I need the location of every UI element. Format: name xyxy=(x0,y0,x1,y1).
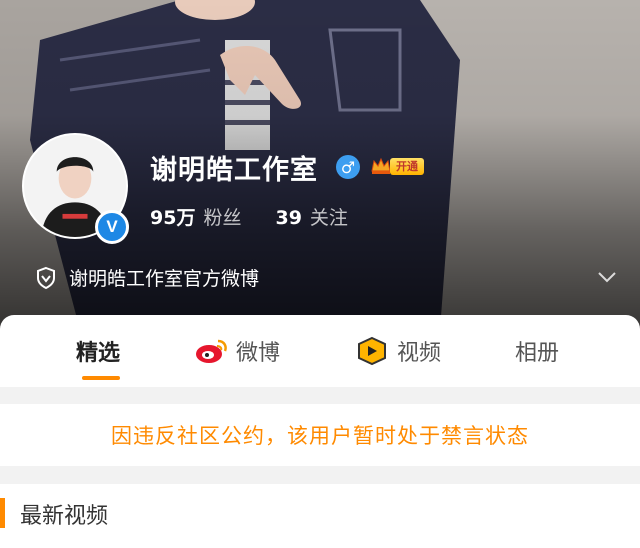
weibo-icon xyxy=(196,339,227,363)
verification-text: 谢明皓工作室官方微博 xyxy=(69,268,260,290)
fans-count[interactable]: 95万 xyxy=(150,203,195,230)
crown-icon xyxy=(371,157,391,174)
shield-icon xyxy=(37,266,55,289)
tab-album[interactable]: 相册 xyxy=(515,315,559,387)
verification-row[interactable]: 谢明皓工作室官方微博 xyxy=(35,264,259,291)
ban-notice: 因违反社区公约，该用户暂时处于禁言状态 xyxy=(0,404,640,466)
profile-stats: 95万 粉丝 39 关注 xyxy=(150,203,348,230)
tab-video[interactable]: 视频 xyxy=(355,315,441,387)
section-accent-bar xyxy=(0,498,5,528)
active-tab-indicator xyxy=(82,376,120,380)
male-icon: ♂ xyxy=(336,155,360,179)
latest-videos-section: 最新视频 xyxy=(0,484,640,548)
video-icon xyxy=(358,336,386,366)
fans-label[interactable]: 粉丝 xyxy=(203,203,241,230)
tab-label: 精选 xyxy=(76,341,121,366)
tab-label: 相册 xyxy=(515,341,560,366)
profile-name: 谢明皓工作室 xyxy=(150,155,318,186)
chevron-down-icon[interactable] xyxy=(596,266,618,288)
tab-label: 微博 xyxy=(236,341,281,366)
following-label[interactable]: 关注 xyxy=(310,203,348,230)
verified-badge-icon: V xyxy=(95,210,129,244)
tab-label: 视频 xyxy=(397,341,442,366)
section-title: 最新视频 xyxy=(20,504,109,529)
following-count[interactable]: 39 xyxy=(275,207,301,229)
vip-label: 开通 xyxy=(390,157,424,175)
vip-open-button[interactable]: 开通 xyxy=(370,155,424,177)
ban-notice-text: 因违反社区公约，该用户暂时处于禁言状态 xyxy=(111,424,529,448)
profile-tabs: 精选 微博 视频 相册 xyxy=(0,315,640,387)
tab-weibo[interactable]: 微博 xyxy=(194,315,280,387)
